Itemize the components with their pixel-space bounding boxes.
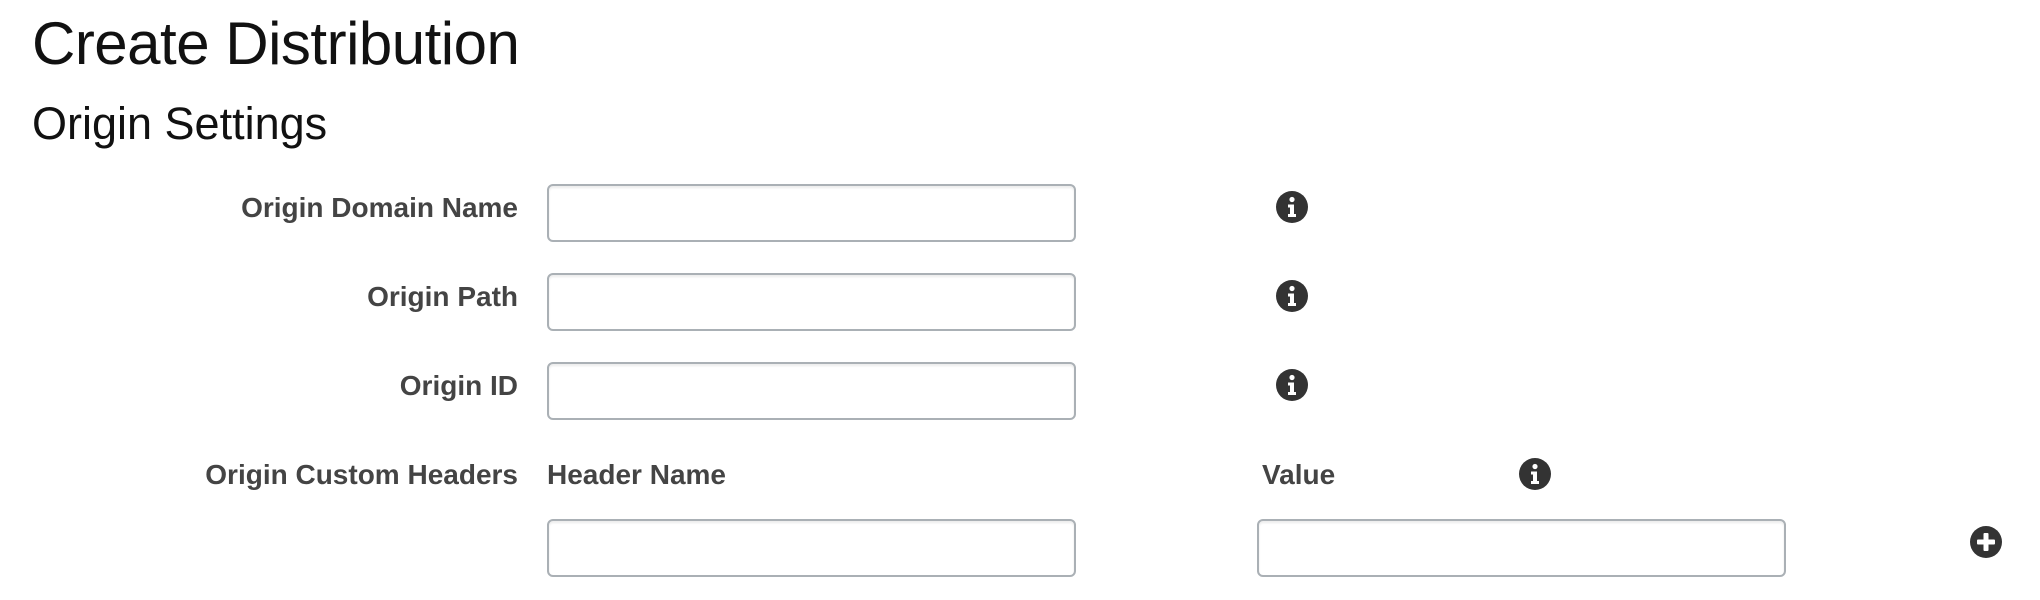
origin-id-label: Origin ID [399, 370, 518, 401]
header-name-column-label: Header Name [547, 459, 726, 490]
origin-domain-name-label: Origin Domain Name [241, 192, 518, 223]
header-value-input[interactable] [1257, 519, 1786, 577]
info-icon[interactable] [1275, 368, 1309, 402]
section-title-origin-settings: Origin Settings [32, 98, 328, 149]
origin-custom-headers-label: Origin Custom Headers [205, 459, 518, 490]
info-icon[interactable] [1275, 279, 1309, 313]
origin-domain-name-input[interactable] [547, 184, 1076, 242]
origin-path-input[interactable] [547, 273, 1076, 331]
header-name-input[interactable] [547, 519, 1076, 577]
info-icon[interactable] [1518, 457, 1552, 491]
page-title: Create Distribution [32, 10, 520, 77]
info-icon[interactable] [1275, 190, 1309, 224]
origin-id-input[interactable] [547, 362, 1076, 420]
value-column-label: Value [1262, 459, 1336, 490]
add-header-icon[interactable] [1969, 525, 2003, 559]
origin-path-label: Origin Path [367, 281, 518, 312]
